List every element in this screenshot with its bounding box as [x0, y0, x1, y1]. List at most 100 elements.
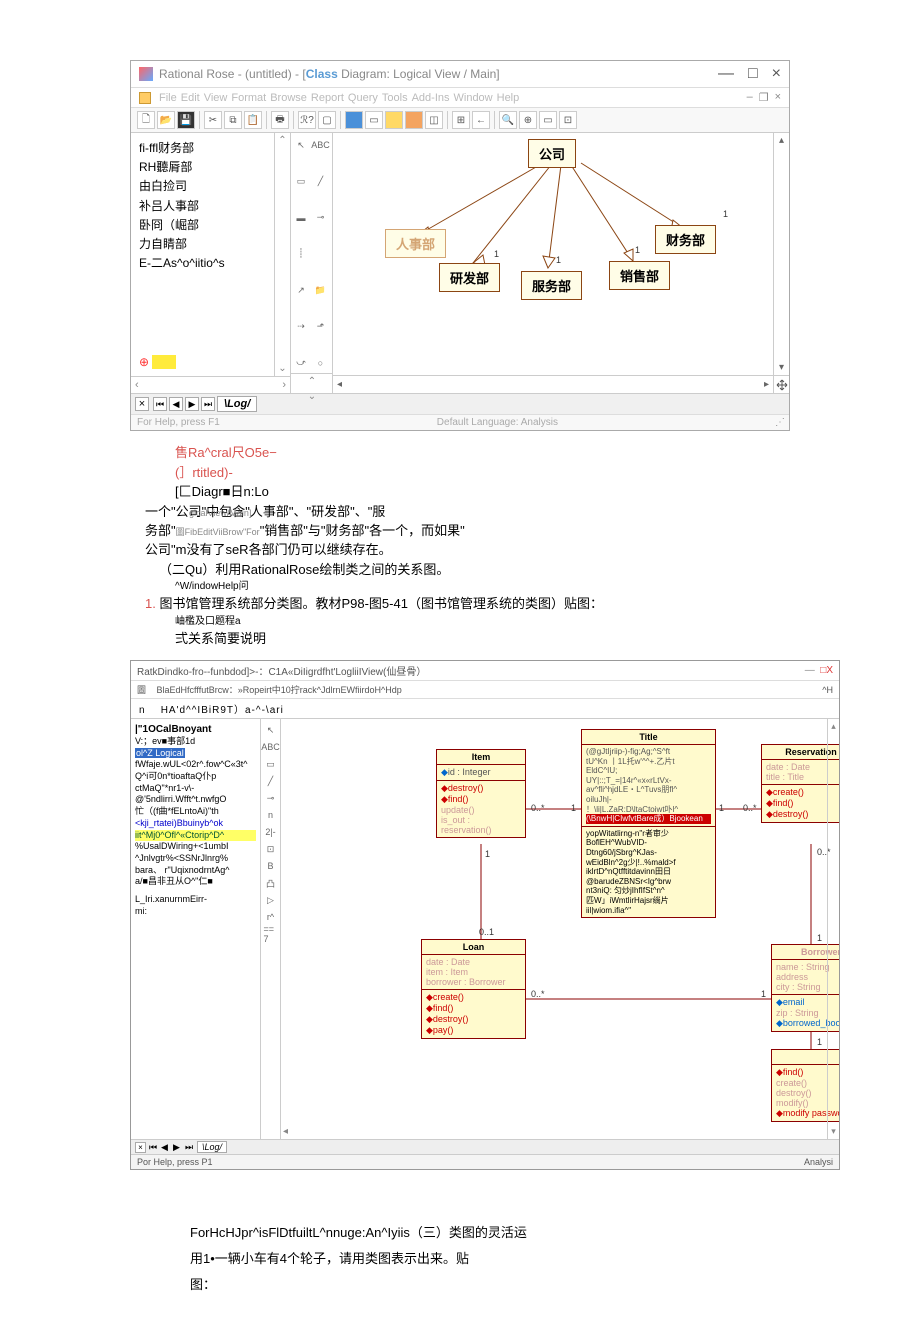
menu-file[interactable]: File [159, 92, 177, 104]
pointer-icon[interactable]: ↖ [264, 723, 278, 737]
text-icon[interactable]: ABC [313, 137, 329, 153]
box-icon[interactable]: ▢ [318, 111, 336, 129]
class-rd[interactable]: 研发部 [439, 263, 500, 292]
menu-tools[interactable]: Tools [382, 92, 408, 104]
menu-view[interactable]: View [204, 92, 228, 104]
minimize-button[interactable]: — [805, 665, 815, 676]
tab-log[interactable]: \Log/ [197, 1141, 227, 1153]
maximize-button[interactable]: □ [748, 65, 758, 83]
titlebar[interactable]: Rational Rose - (untitled) - [Class Diag… [131, 61, 789, 88]
tree-item[interactable]: RH聽脣部 [139, 158, 266, 177]
class-sales[interactable]: 销售部 [609, 261, 670, 290]
tab-first-icon[interactable]: ⏮ [149, 1142, 160, 1153]
tab-prev-icon[interactable]: ◀ [169, 397, 183, 411]
cut-icon[interactable]: ✂ [204, 111, 222, 129]
tree-item[interactable]: 由白捡司 [139, 177, 266, 196]
menu-browse[interactable]: Browse [270, 92, 307, 104]
menu-help[interactable]: Help [497, 92, 520, 104]
tab-last-icon[interactable]: ⏭ [201, 397, 215, 411]
browser-vscroll[interactable]: ⌃⌄ [274, 133, 290, 376]
tool-c-icon[interactable] [385, 111, 403, 129]
tool-a-icon[interactable] [345, 111, 363, 129]
tree-item-selected[interactable] [152, 355, 176, 369]
zoom-up-icon[interactable]: ⌃ [308, 376, 316, 387]
new-icon[interactable]: 🗋 [137, 111, 155, 129]
pointer-icon[interactable]: ↖ [293, 137, 309, 153]
eq-icon[interactable]: == 7 [264, 927, 278, 941]
log-close-icon[interactable]: × [135, 1142, 146, 1153]
class-loan[interactable]: Loan date : Date item : Item borrower : … [421, 939, 526, 1039]
zoom2-icon[interactable]: ⊕ [519, 111, 537, 129]
back-icon[interactable]: ← [472, 111, 490, 129]
menu-addins[interactable]: Add-Ins [412, 92, 450, 104]
canvas-vscroll[interactable]: ▴▾ [773, 133, 789, 375]
zoom-icon[interactable]: 🔍 [499, 111, 517, 129]
class-icon[interactable]: ▬ [293, 210, 309, 226]
menu-edit[interactable]: Edit [181, 92, 200, 104]
flag-icon[interactable]: ▷ [264, 893, 278, 907]
print-icon[interactable]: 🖶 [271, 111, 289, 129]
text-icon[interactable]: ABC [264, 740, 278, 754]
gen-icon[interactable]: ⬏ [313, 318, 329, 334]
tree-item[interactable]: 力自睛部 [139, 235, 266, 254]
paste-icon[interactable]: 📋 [244, 111, 262, 129]
browser-tree[interactable]: fi-ffl财务部 RH聽脣部 由白捡司 补吕人事部 卧冏（崛部 力自睛部 E-… [131, 133, 274, 376]
toolbar-2[interactable]: n HA'd^^IBiR9T）a-^-\ari [131, 699, 839, 719]
class-company[interactable]: 公司 [528, 139, 576, 168]
diagram-canvas-2[interactable]: Item ◆id : Integer ◆destroy() ◆find() up… [281, 719, 839, 1139]
state-icon[interactable]: ○ [313, 355, 329, 371]
tab-last-icon[interactable]: ⏭ [185, 1142, 196, 1153]
r-icon[interactable]: r^ [264, 910, 278, 924]
diagram-canvas[interactable]: 公司 人事部 研发部 服务部 销售部 财务部 1 1 1 1 ▴▾ ◂▸ [333, 133, 789, 393]
menubar-2[interactable]: 圖 BlaEdHfcfffutBrcw：»Ropeirt中10拧rack^Jdl… [131, 681, 839, 699]
tree-item[interactable]: fi-ffl财务部 [139, 139, 266, 158]
gen-icon[interactable]: 2|- [264, 825, 278, 839]
log-close-icon[interactable]: × [135, 397, 149, 411]
tool-h-icon[interactable]: ⊡ [559, 111, 577, 129]
class-item[interactable]: Item ◆id : Integer ◆destroy() ◆find() up… [436, 749, 526, 838]
browser-pane-2[interactable]: |"1OCalBnoyant V:；ev■事部1d ol^Z Logical f… [131, 719, 261, 1139]
minimize-button[interactable]: — [718, 65, 734, 83]
pan-icon[interactable] [773, 375, 789, 393]
note-icon[interactable]: ▭ [293, 173, 309, 189]
b-icon[interactable]: B [264, 859, 278, 873]
copy-icon[interactable]: ⧉ [224, 111, 242, 129]
tool-d-icon[interactable] [405, 111, 423, 129]
class-title[interactable]: Title (@gJtIjriip-)-fig;Ag;^S^ft tU^Kn 丨… [581, 729, 716, 918]
class-service[interactable]: 服务部 [521, 271, 582, 300]
canvas-hscroll[interactable]: ◂▸ [333, 375, 773, 393]
class-finance[interactable]: 财务部 [655, 225, 716, 254]
tool-f-icon[interactable]: ⊞ [452, 111, 470, 129]
menu-format[interactable]: Format [231, 92, 266, 104]
dep-icon[interactable]: ⇢ [293, 318, 309, 334]
dash-icon[interactable]: ⊸ [264, 791, 278, 805]
tab-prev-icon[interactable]: ◀ [161, 1142, 172, 1153]
tool-b-icon[interactable]: ▭ [365, 111, 383, 129]
titlebar-2[interactable]: RatkDindko-fro--funbdod]>-：C1A«DiIigrdfh… [131, 661, 839, 681]
anchor-icon[interactable]: ╱ [264, 774, 278, 788]
note-icon[interactable]: ▭ [264, 757, 278, 771]
tab-first-icon[interactable]: ⏮ [153, 397, 167, 411]
real-icon[interactable]: ⤻ [293, 355, 309, 371]
mdi-restore-button[interactable]: ❐ [759, 91, 769, 104]
mdi-minimize-button[interactable]: – [747, 91, 753, 104]
close-button[interactable]: × [772, 65, 781, 83]
pkg-icon[interactable]: ⊡ [264, 842, 278, 856]
mdi-close-button[interactable]: × [775, 91, 781, 104]
tree-item[interactable]: 补吕人事部 [139, 197, 266, 216]
open-icon[interactable]: 📂 [157, 111, 175, 129]
canvas-vscroll-2[interactable]: ▴▾ [827, 719, 839, 1139]
class-hr[interactable]: 人事部 [385, 229, 446, 258]
menu-report[interactable]: Report [311, 92, 344, 104]
dash-icon[interactable]: ┊ [293, 246, 309, 262]
package-icon[interactable]: 📁 [313, 282, 329, 298]
tab-next-icon[interactable]: ▶ [173, 1142, 184, 1153]
tab-log[interactable]: \Log/ [217, 396, 257, 412]
canvas-hscroll-left-icon[interactable]: ◂ [283, 1126, 288, 1137]
zoom-down-icon[interactable]: ⌄ [308, 391, 316, 402]
tree-item[interactable]: 卧冏（崛部 [139, 216, 266, 235]
anchor-icon[interactable]: ╱ [313, 173, 329, 189]
browser-hscroll[interactable]: ‹› [131, 376, 290, 393]
tool-g-icon[interactable]: ▭ [539, 111, 557, 129]
resize-grip-icon[interactable]: ⋰ [775, 417, 783, 428]
